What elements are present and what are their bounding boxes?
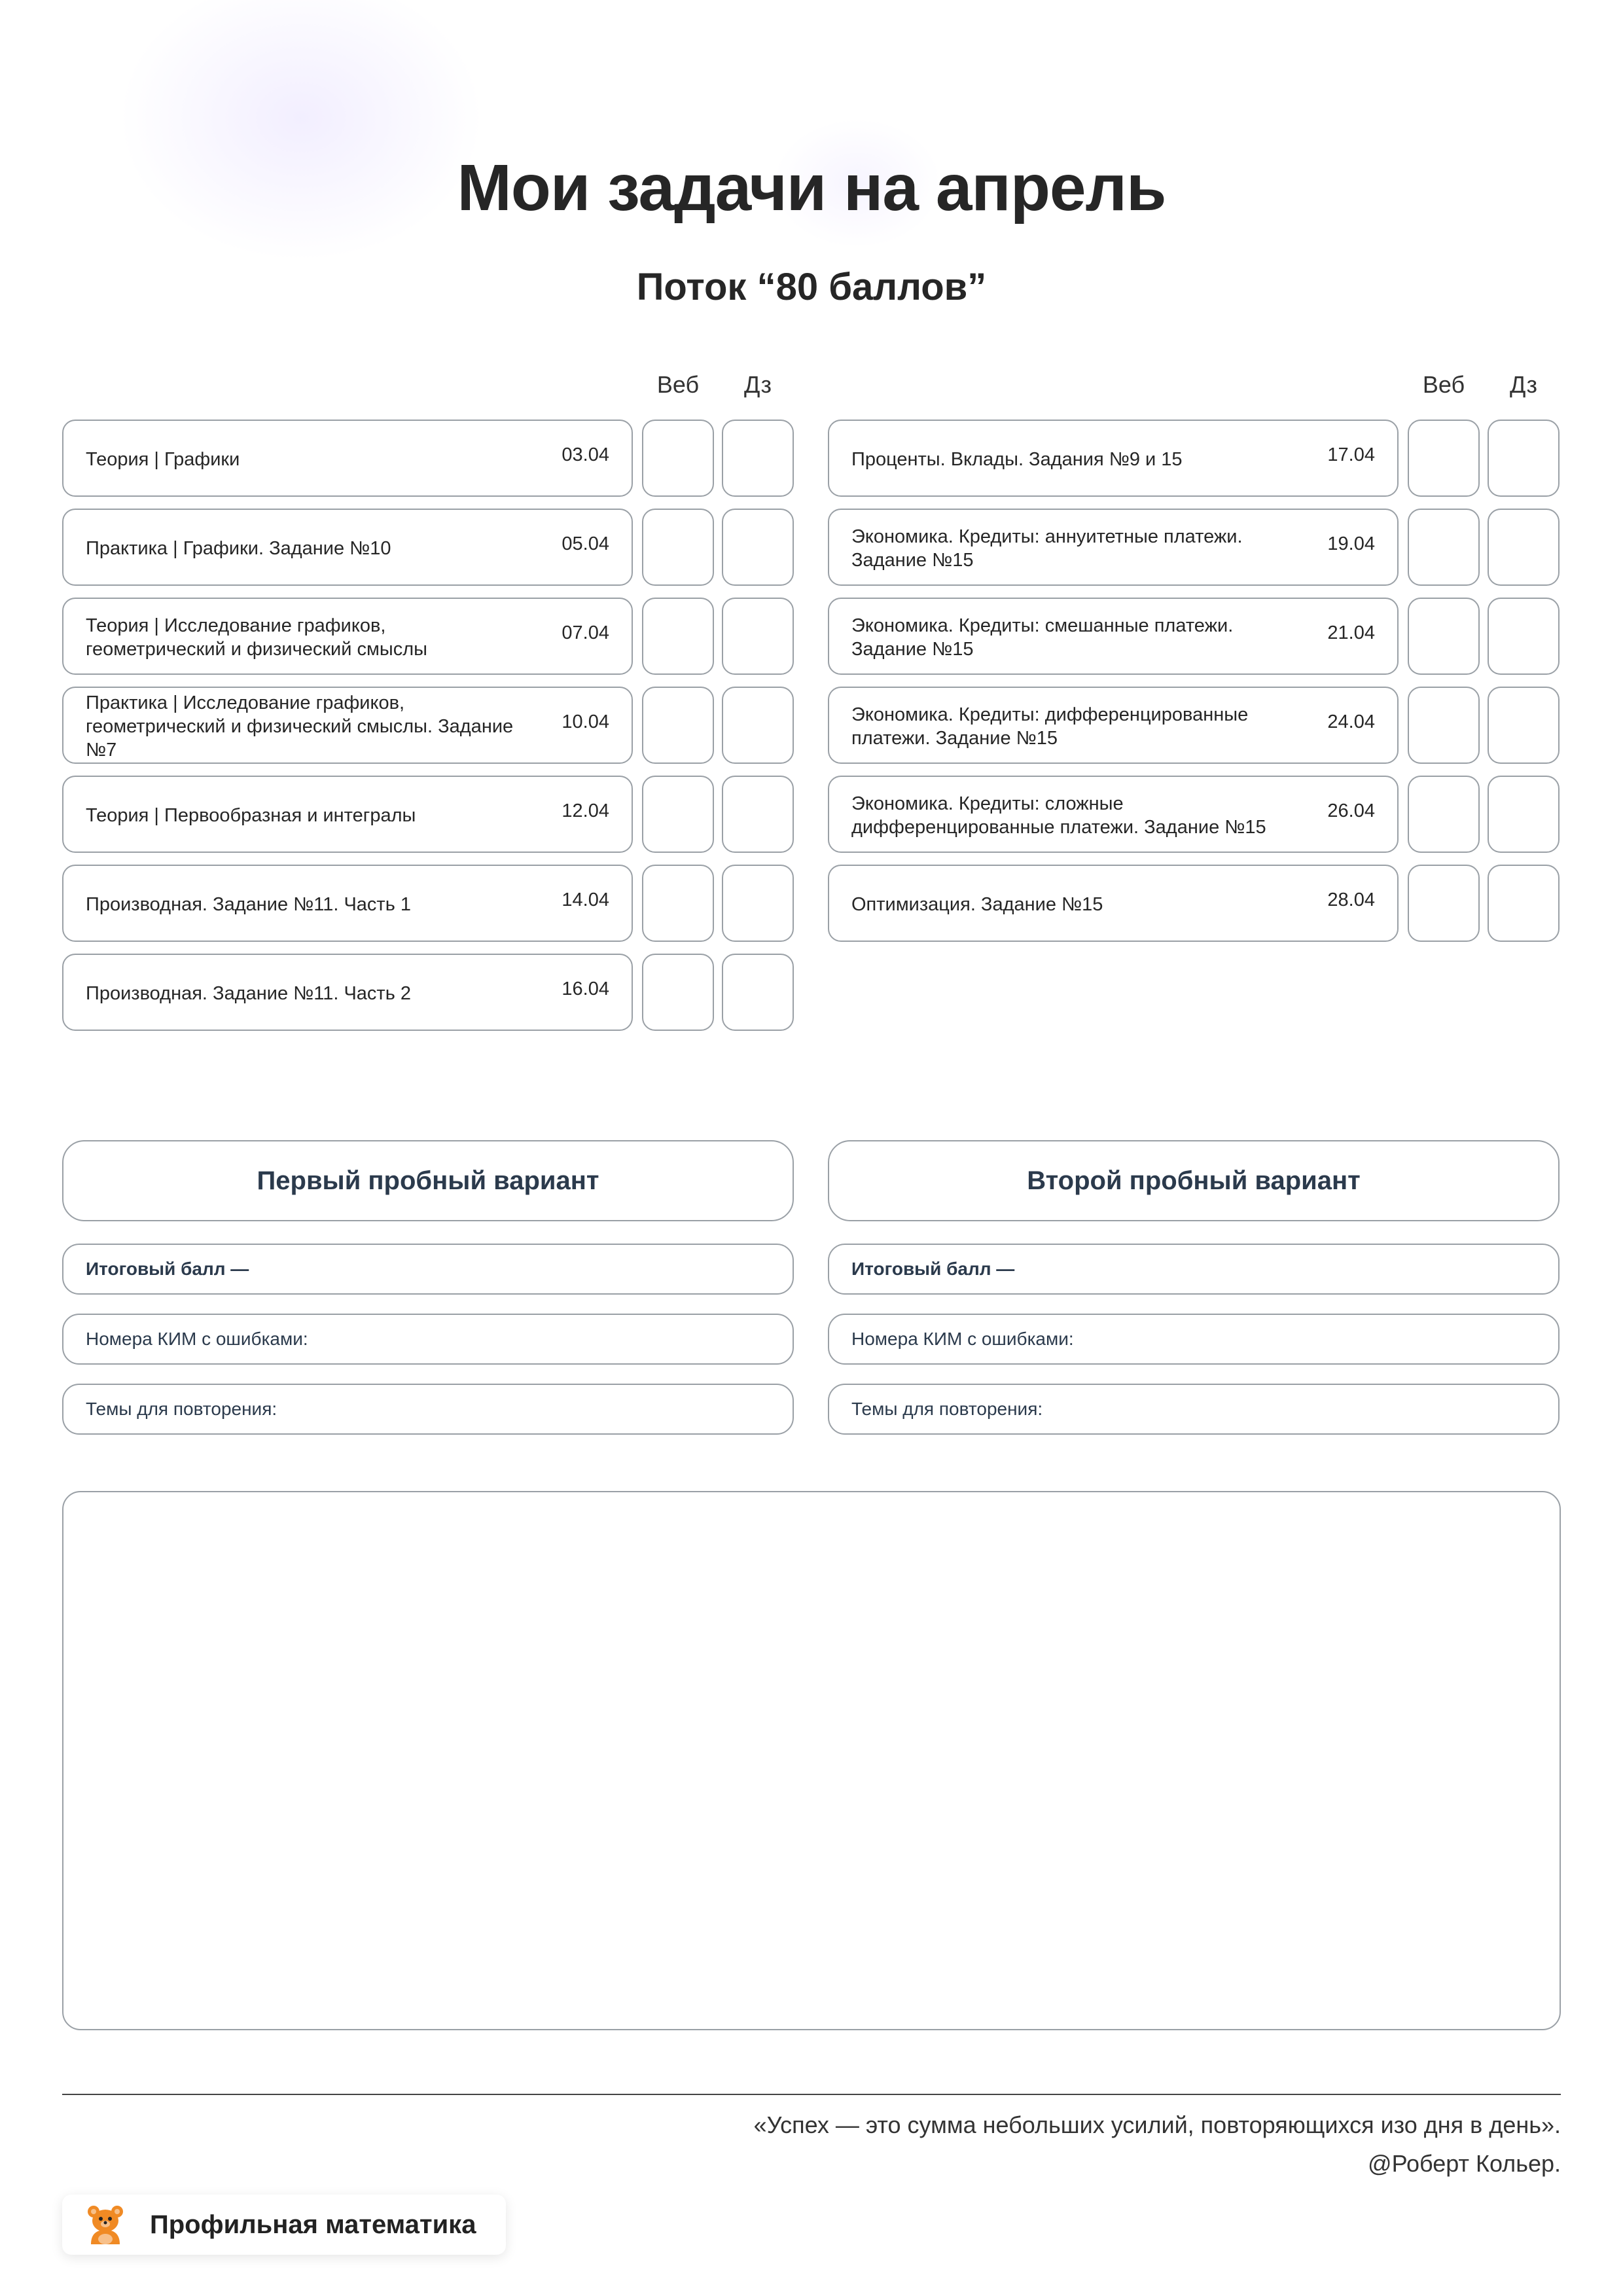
notes-area[interactable] — [62, 1491, 1561, 2030]
task-label-box: Теория | Исследование графиков, геометри… — [62, 598, 633, 675]
web-checkbox[interactable] — [642, 420, 714, 497]
column-header-web: Веб — [656, 371, 700, 398]
web-checkbox[interactable] — [1408, 687, 1480, 764]
task-label-box: Экономика. Кредиты: сложные дифференциро… — [828, 776, 1399, 853]
task-date: 28.04 — [1327, 889, 1375, 910]
task-label-box: Производная. Задание №11. Часть 1 14.04 — [62, 865, 633, 942]
task-label-box: Теория | Первообразная и интегралы 12.04 — [62, 776, 633, 853]
total-score-field[interactable]: Итоговый балл — — [62, 1244, 794, 1295]
task-date: 03.04 — [562, 444, 609, 465]
task-name: Теория | Первообразная и интегралы — [86, 805, 416, 826]
task-label-box: Производная. Задание №11. Часть 2 16.04 — [62, 954, 633, 1031]
web-checkbox[interactable] — [1408, 865, 1480, 942]
web-checkbox[interactable] — [642, 598, 714, 675]
footer-quote-author: @Роберт Кольер. — [1368, 2150, 1561, 2177]
task-date: 10.04 — [562, 711, 609, 732]
homework-checkbox[interactable] — [722, 598, 794, 675]
web-checkbox[interactable] — [642, 865, 714, 942]
web-checkbox[interactable] — [642, 776, 714, 853]
footer-divider — [62, 2094, 1561, 2095]
web-checkbox[interactable] — [1408, 509, 1480, 586]
task-label-box: Теория | Графики 03.04 — [62, 420, 633, 497]
homework-checkbox[interactable] — [722, 420, 794, 497]
task-name: Теория | Графики — [86, 449, 240, 470]
task-date: 12.04 — [562, 800, 609, 821]
homework-checkbox[interactable] — [1488, 865, 1560, 942]
task-name: Теория | Исследование графиков, геометри… — [86, 615, 428, 660]
task-label-box: Экономика. Кредиты: смешанные платежи. З… — [828, 598, 1399, 675]
task-label-box: Экономика. Кредиты: дифференцированные п… — [828, 687, 1399, 764]
task-name: Практика | Графики. Задание №10 — [86, 538, 391, 559]
task-label-box: Практика | Исследование графиков, геомет… — [62, 687, 633, 764]
web-checkbox[interactable] — [642, 687, 714, 764]
bear-mascot-icon — [79, 2198, 132, 2251]
homework-checkbox[interactable] — [722, 687, 794, 764]
topics-field[interactable]: Темы для повторения: — [62, 1384, 794, 1435]
task-date: 14.04 — [562, 889, 609, 910]
task-date: 26.04 — [1327, 800, 1375, 821]
homework-checkbox[interactable] — [1488, 598, 1560, 675]
total-score-field[interactable]: Итоговый балл — — [828, 1244, 1560, 1295]
web-checkbox[interactable] — [1408, 598, 1480, 675]
column-header-hw: Дз — [743, 371, 772, 398]
homework-checkbox[interactable] — [1488, 420, 1560, 497]
task-label-box: Проценты. Вклады. Задания №9 и 15 17.04 — [828, 420, 1399, 497]
task-name: Производная. Задание №11. Часть 1 — [86, 894, 412, 915]
task-name: Экономика. Кредиты: сложные дифференциро… — [851, 793, 1266, 838]
task-name: Практика | Исследование графиков, геомет… — [86, 692, 514, 761]
task-name: Экономика. Кредиты: смешанные платежи. З… — [851, 615, 1234, 660]
task-date: 07.04 — [562, 622, 609, 643]
task-label-box: Оптимизация. Задание №15 28.04 — [828, 865, 1399, 942]
task-name: Производная. Задание №11. Часть 2 — [86, 983, 412, 1004]
page-title: Мои задачи на апрель — [457, 151, 1166, 224]
task-date: 21.04 — [1327, 622, 1375, 643]
errors-field[interactable]: Номера КИМ с ошибками: — [828, 1314, 1560, 1365]
homework-checkbox[interactable] — [1488, 687, 1560, 764]
task-name: Проценты. Вклады. Задания №9 и 15 — [851, 449, 1183, 470]
web-checkbox[interactable] — [1408, 776, 1480, 853]
page-subtitle: Поток “80 баллов” — [636, 266, 987, 308]
footer-quote: «Успех — это сумма небольших усилий, пов… — [753, 2111, 1561, 2138]
task-name: Экономика. Кредиты: дифференцированные п… — [851, 704, 1249, 749]
homework-checkbox[interactable] — [722, 954, 794, 1031]
task-label-box: Практика | Графики. Задание №10 05.04 — [62, 509, 633, 586]
task-date: 17.04 — [1327, 444, 1375, 465]
task-name: Экономика. Кредиты: аннуитетные платежи.… — [851, 526, 1243, 571]
column-header-web: Веб — [1422, 371, 1465, 398]
homework-checkbox[interactable] — [722, 509, 794, 586]
errors-field[interactable]: Номера КИМ с ошибками: — [62, 1314, 794, 1365]
variant-title: Первый пробный вариант — [62, 1140, 794, 1221]
web-checkbox[interactable] — [642, 954, 714, 1031]
homework-checkbox[interactable] — [722, 865, 794, 942]
task-date: 19.04 — [1327, 533, 1375, 554]
homework-checkbox[interactable] — [722, 776, 794, 853]
homework-checkbox[interactable] — [1488, 776, 1560, 853]
task-date: 16.04 — [562, 978, 609, 999]
variant-title: Второй пробный вариант — [828, 1140, 1560, 1221]
brand-name: Профильная математика — [150, 2210, 476, 2239]
task-date: 05.04 — [562, 533, 609, 554]
task-name: Оптимизация. Задание №15 — [851, 894, 1103, 915]
task-date: 24.04 — [1327, 711, 1375, 732]
topics-field[interactable]: Темы для повторения: — [828, 1384, 1560, 1435]
web-checkbox[interactable] — [642, 509, 714, 586]
column-header-hw: Дз — [1509, 371, 1538, 398]
brand-badge: Профильная математика — [62, 2195, 506, 2255]
web-checkbox[interactable] — [1408, 420, 1480, 497]
homework-checkbox[interactable] — [1488, 509, 1560, 586]
task-label-box: Экономика. Кредиты: аннуитетные платежи.… — [828, 509, 1399, 586]
